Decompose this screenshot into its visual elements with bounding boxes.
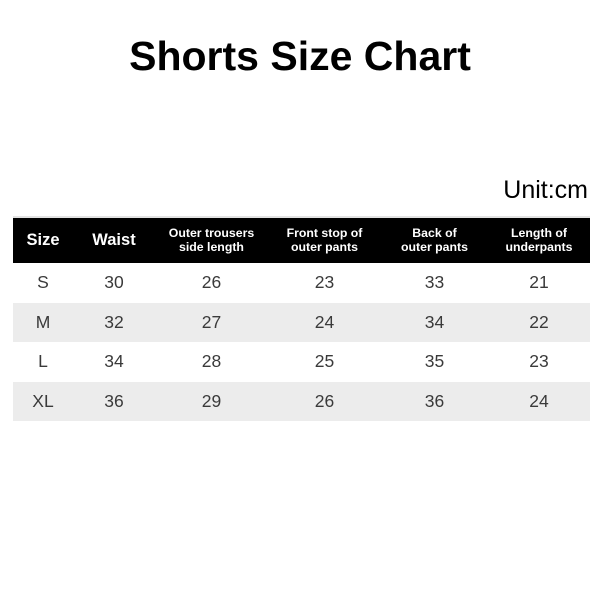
table-body: S 30 26 23 33 21 M 32 27 24 34 22 L 34 2… (13, 263, 590, 421)
table-row: L 34 28 25 35 23 (13, 342, 590, 382)
table-cell-length-of-underpants: 21 (529, 272, 549, 293)
table-row: XL 36 29 26 36 24 (13, 381, 590, 421)
column-header-waist: Waist (73, 218, 155, 263)
column-header-front-stop-of-outer-pants: Front stop of outer pants (268, 218, 381, 263)
table-cell-waist: 36 (104, 390, 124, 411)
table-cell-size: XL (32, 390, 54, 411)
column-header-line: Outer trousers (168, 226, 255, 241)
table-cell-size: L (38, 351, 48, 372)
table-cell-waist: 34 (104, 351, 124, 372)
table-cell-waist: 32 (104, 311, 124, 332)
table-cell-back-of-outer-pants: 36 (424, 390, 445, 411)
table-header-row: Size Waist Outer trousers side length Fr… (13, 218, 590, 263)
table-header: Size Waist Outer trousers side length Fr… (13, 218, 590, 263)
table-cell-length-of-underpants: 23 (529, 351, 549, 372)
table-row: M 32 27 24 34 22 (13, 302, 590, 342)
table-cell-front-stop-of-outer-pants: 25 (314, 351, 335, 372)
table-cell-front-stop-of-outer-pants: 26 (314, 390, 335, 411)
table-cell-outer-trousers-side-length: 26 (201, 272, 222, 293)
table-cell-outer-trousers-side-length: 28 (201, 351, 222, 372)
column-header-line: Size (26, 230, 60, 249)
column-header-line: outer pants (401, 239, 468, 254)
column-header-outer-trousers-side-length: Outer trousers side length (155, 218, 268, 263)
table-cell-front-stop-of-outer-pants: 24 (314, 311, 335, 332)
unit-label: Unit:cm (503, 176, 588, 204)
table-cell-back-of-outer-pants: 33 (424, 272, 445, 293)
page-title: Shorts Size Chart (129, 33, 471, 79)
column-header-line: Front stop of (286, 226, 363, 241)
column-header-line: outer pants (291, 239, 358, 254)
table-cell-length-of-underpants: 22 (529, 311, 549, 332)
column-header-line: underpants (505, 239, 573, 254)
column-header-line: Length of (510, 226, 567, 241)
column-header-size: Size (13, 218, 73, 263)
column-header-length-of-underpants: Length of underpants (488, 218, 590, 263)
size-chart-table: Size Waist Outer trousers side length Fr… (13, 218, 590, 421)
column-header-line: side length (179, 239, 244, 254)
table-cell-back-of-outer-pants: 35 (424, 351, 445, 372)
column-header-line: Waist (92, 230, 136, 249)
table-cell-size: M (35, 311, 51, 332)
table-cell-front-stop-of-outer-pants: 23 (314, 272, 335, 293)
table-cell-outer-trousers-side-length: 27 (201, 311, 222, 332)
table-cell-size: S (37, 272, 49, 293)
size-chart-table-container: Size Waist Outer trousers side length Fr… (13, 216, 590, 421)
column-header-back-of-outer-pants: Back of outer pants (381, 218, 488, 263)
table-row: S 30 26 23 33 21 (13, 263, 590, 303)
table-cell-waist: 30 (104, 272, 124, 293)
table-cell-outer-trousers-side-length: 29 (201, 390, 222, 411)
table-cell-length-of-underpants: 24 (529, 390, 549, 411)
table-cell-back-of-outer-pants: 34 (424, 311, 445, 332)
column-header-line: Back of (412, 226, 457, 241)
